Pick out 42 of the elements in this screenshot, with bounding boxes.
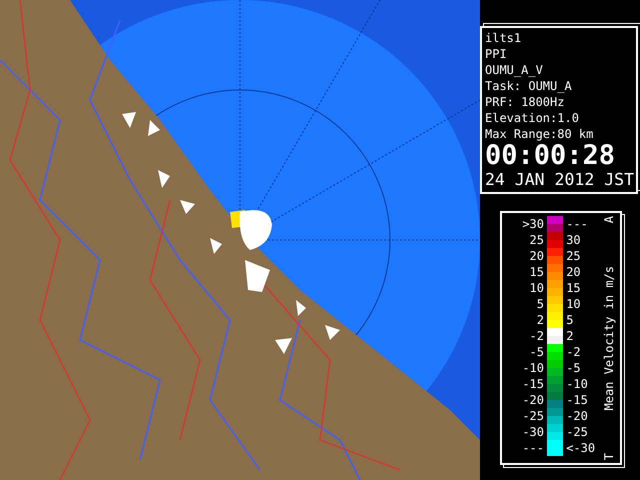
date-text: 24 JAN 2012 JST — [485, 170, 633, 190]
info-text: PRF: 1800Hz — [485, 94, 566, 110]
legend-label: -2 — [565, 344, 582, 360]
time-text: 00:00:28 — [485, 142, 616, 170]
legend-label: 10 — [528, 280, 545, 296]
legend-label: 10 — [565, 296, 582, 312]
legend-label: 5 — [565, 312, 574, 328]
info-text: OUMU_A_V — [485, 62, 544, 78]
legend-label: -30 — [521, 424, 545, 440]
info-text: Elevation:1.0 — [485, 110, 580, 126]
legend-label: 2 — [565, 328, 574, 344]
info-text: Task: OUMU_A — [485, 78, 573, 94]
legend-title: Mean Velocity in m/s — [602, 266, 616, 410]
legend-label: -25 — [565, 424, 589, 440]
legend-label: <-30 — [565, 440, 596, 456]
legend-label: 20 — [565, 264, 582, 280]
legend-label: -5 — [528, 344, 545, 360]
legend-label: 2 — [536, 312, 545, 328]
legend-label: -25 — [521, 408, 545, 424]
legend-label: -20 — [521, 392, 545, 408]
legend-label: -10 — [521, 360, 545, 376]
info-text: PPI — [485, 46, 508, 62]
legend-mark: T — [602, 452, 616, 460]
legend-label: -15 — [521, 376, 545, 392]
legend-label: --- — [565, 216, 589, 232]
legend-label: -20 — [565, 408, 589, 424]
legend-label: 25 — [528, 232, 545, 248]
info-text: ilts1 — [485, 30, 522, 46]
legend-mark: A — [602, 216, 616, 224]
legend-label: 15 — [565, 280, 582, 296]
legend-label: --- — [521, 440, 545, 456]
legend-label: 20 — [528, 248, 545, 264]
legend-label: 5 — [536, 296, 545, 312]
legend-label: -2 — [528, 328, 545, 344]
legend-label: 25 — [565, 248, 582, 264]
legend-label: 30 — [565, 232, 582, 248]
legend-label: -15 — [565, 392, 589, 408]
legend-label: -10 — [565, 376, 589, 392]
legend-label: 15 — [528, 264, 545, 280]
legend-label: >30 — [521, 216, 545, 232]
legend-label: -5 — [565, 360, 582, 376]
info-text: Max Range:80 km — [485, 126, 594, 142]
